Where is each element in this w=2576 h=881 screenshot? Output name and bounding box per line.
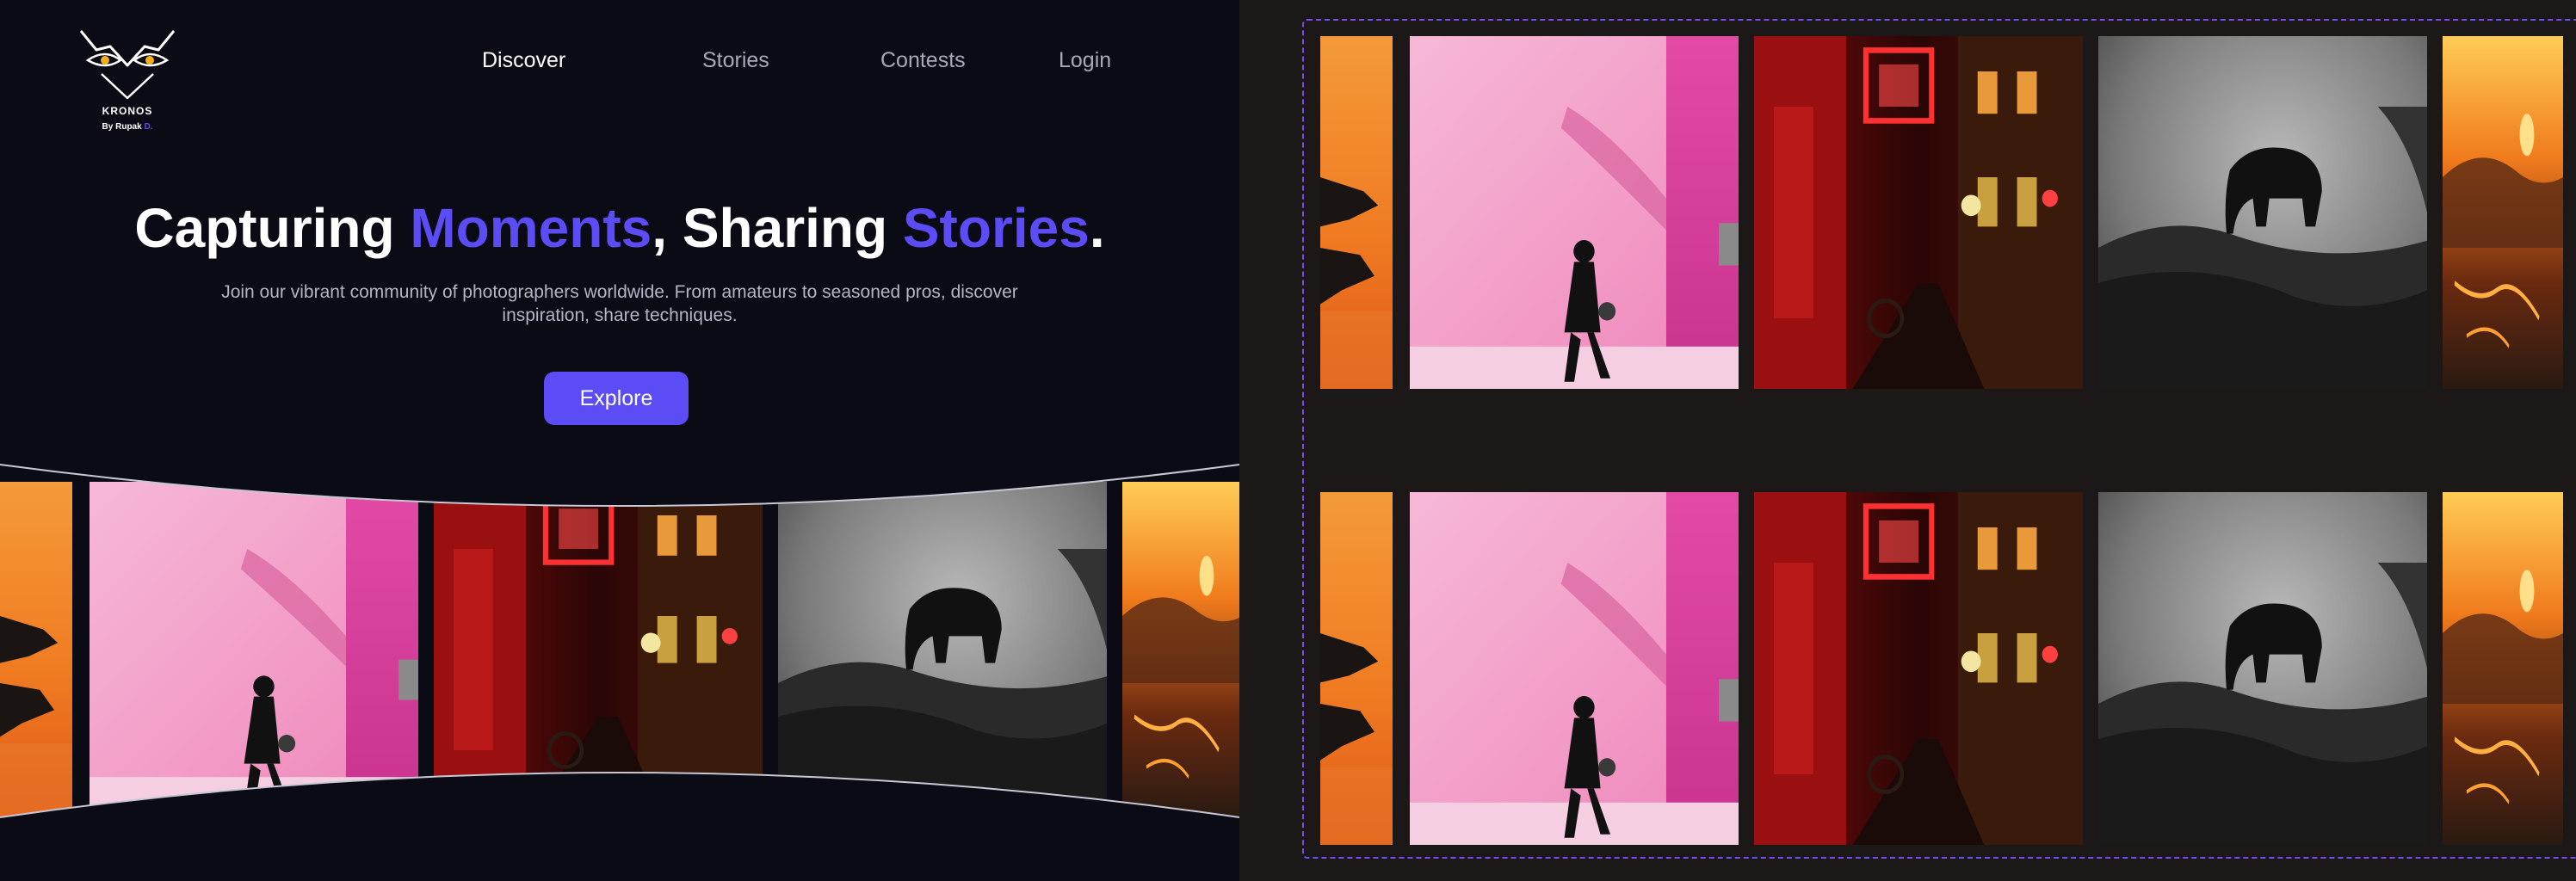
explore-button[interactable]: Explore <box>544 372 689 425</box>
headline-text-2: , Sharing <box>652 197 903 259</box>
nav-contests[interactable]: Contests <box>880 48 966 73</box>
strip-photo-pink-wall[interactable] <box>1410 492 1739 845</box>
strip-photo-sunset[interactable] <box>1320 492 1393 845</box>
strip-photo-elephant[interactable] <box>2098 492 2427 845</box>
hero-headline: Capturing Moments, Sharing Stories. <box>0 196 1239 260</box>
photo-strip-top <box>1320 36 2576 389</box>
brand-author: By Rupak D. <box>76 122 179 132</box>
brand-name: KRONOS <box>102 105 153 117</box>
strip-photo-pink-wall[interactable] <box>1410 36 1739 389</box>
headline-text-3: . <box>1089 197 1105 259</box>
strip-photo-sunset[interactable] <box>1320 36 1393 389</box>
strip-photo-mountain-sunset[interactable] <box>2443 36 2563 389</box>
gallery-frame-panel <box>1239 0 2576 881</box>
strip-photo-mountain-sunset[interactable] <box>2443 492 2563 845</box>
nav-login[interactable]: Login <box>1059 48 1111 73</box>
carousel-photo-sunset[interactable] <box>0 482 72 817</box>
strip-photo-neon-street[interactable] <box>1754 492 2083 845</box>
carousel-photo-mountain-sunset[interactable] <box>1122 482 1239 817</box>
brand-author-initial: D. <box>144 122 153 132</box>
photo-strip-bottom <box>1320 492 2576 845</box>
headline-text-1: Capturing <box>134 197 411 259</box>
brand-author-prefix: By Rupak <box>102 122 142 132</box>
headline-highlight-stories: Stories <box>902 197 1090 259</box>
headline-highlight-moments: Moments <box>410 197 652 259</box>
owl-face-icon <box>79 30 176 100</box>
brand-logo[interactable]: KRONOS By Rupak D. <box>76 26 179 138</box>
strip-photo-elephant[interactable] <box>2098 36 2427 389</box>
hero-subtext: Join our vibrant community of photograph… <box>221 282 1018 325</box>
carousel-photo-neon-street[interactable] <box>434 482 763 817</box>
strip-photo-neon-street[interactable] <box>1754 36 2083 389</box>
carousel-photo-elephant[interactable] <box>778 482 1107 817</box>
landing-page-panel: KRONOS By Rupak D. Discover Stories Cont… <box>0 0 1239 881</box>
carousel-photo-pink-wall[interactable] <box>90 482 418 817</box>
curved-photo-carousel[interactable] <box>0 447 1239 843</box>
nav-discover[interactable]: Discover <box>482 48 565 73</box>
nav-stories[interactable]: Stories <box>702 48 769 73</box>
